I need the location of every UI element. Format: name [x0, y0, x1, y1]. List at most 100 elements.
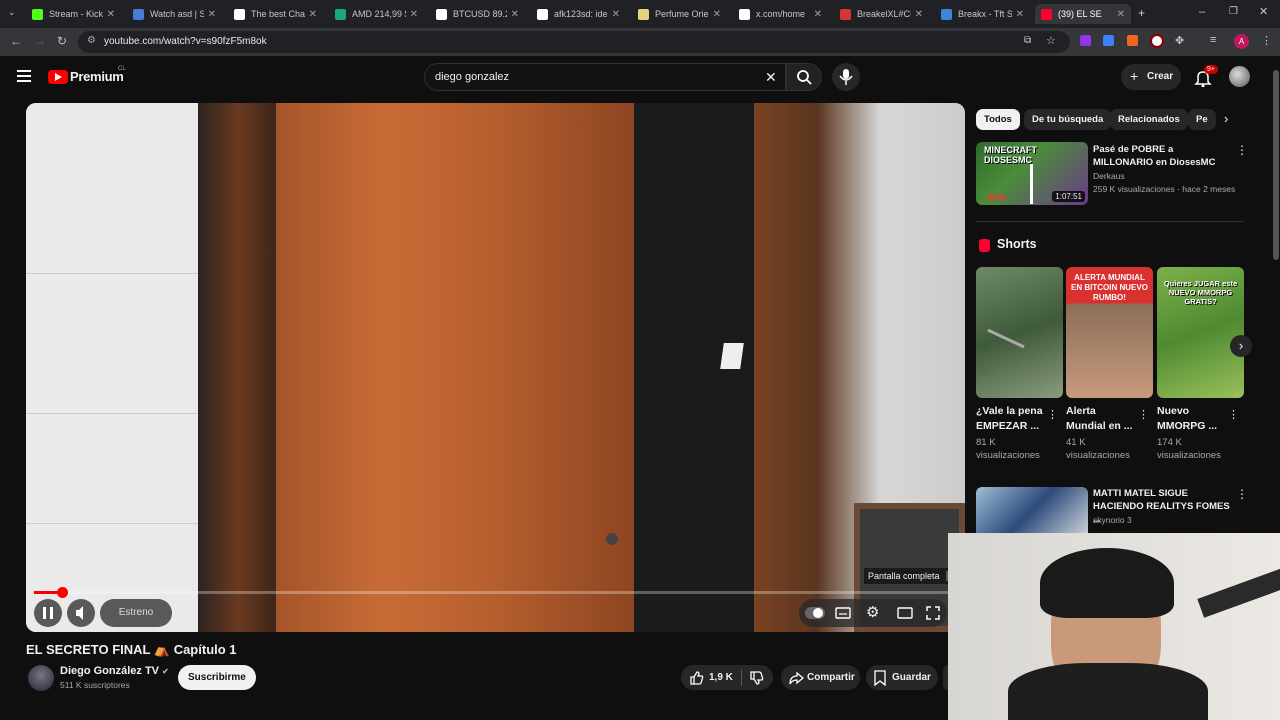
more-options-icon[interactable]: ⋮: [1138, 408, 1149, 421]
extension-icon[interactable]: [1127, 35, 1138, 46]
chip-related[interactable]: Relacionados: [1110, 109, 1188, 130]
profile-avatar[interactable]: A: [1234, 34, 1249, 49]
tab-close-icon[interactable]: ✕: [107, 9, 115, 20]
recommended-thumbnail[interactable]: MINECRAFT DIOSESMC $500 1:07:51: [976, 142, 1088, 205]
bookmark-star-icon[interactable]: ☆: [1046, 34, 1056, 47]
ublock-icon[interactable]: [1150, 34, 1164, 48]
channel-avatar[interactable]: [28, 665, 54, 691]
tab-close-icon[interactable]: ✕: [208, 9, 216, 20]
account-avatar[interactable]: [1229, 66, 1250, 87]
scrollbar-thumb[interactable]: [1273, 70, 1279, 260]
video-player[interactable]: Estreno Pantalla completa F ⚙: [26, 103, 965, 632]
browser-tab[interactable]: (39) EL SE ✕: [1035, 4, 1131, 24]
dislike-thumb-icon[interactable]: [749, 670, 765, 686]
reload-icon[interactable]: ↻: [57, 34, 67, 48]
back-icon[interactable]: ←: [10, 34, 22, 48]
install-app-icon[interactable]: ⧉: [1024, 35, 1031, 46]
autoplay-toggle[interactable]: [805, 607, 825, 619]
save-button[interactable]: Guardar: [866, 665, 938, 690]
settings-gear-icon[interactable]: ⚙: [866, 603, 879, 621]
channel-name[interactable]: Diego González TV: [60, 665, 159, 677]
like-thumb-icon[interactable]: [689, 670, 705, 686]
short-title-line[interactable]: EMPEZAR ...: [976, 419, 1039, 434]
share-button[interactable]: Compartir: [781, 665, 860, 690]
tab-close-icon[interactable]: ✕: [915, 9, 923, 20]
chip-from-search[interactable]: De tu búsqueda: [1024, 109, 1112, 130]
streamer-headphones: [1040, 548, 1174, 618]
short-thumbnail[interactable]: Quieres JUGAR este NUEVO MMORPG GRATIS?: [1157, 267, 1244, 398]
tab-close-icon[interactable]: ✕: [1117, 9, 1125, 20]
shorts-next-button[interactable]: ›: [1230, 335, 1252, 357]
tab-close-icon[interactable]: ✕: [713, 9, 721, 20]
page-scrollbar[interactable]: [1272, 58, 1280, 534]
short-thumbnail[interactable]: ALERTA MUNDIAL EN BITCOIN NUEVO RUMBO!: [1066, 267, 1153, 398]
tab-search-icon[interactable]: ⌄: [8, 7, 16, 18]
close-window-icon[interactable]: ✕: [1259, 5, 1268, 18]
minimize-icon[interactable]: –: [1199, 6, 1205, 18]
notifications-button[interactable]: 9+: [1194, 65, 1218, 88]
browser-tab[interactable]: AMD 214,99 $ ✕: [329, 4, 424, 24]
chip-truncated[interactable]: Pe: [1188, 109, 1216, 130]
browser-tab[interactable]: Perfume Orient ✕: [632, 4, 727, 24]
channel-name-row[interactable]: Diego González TV ✔: [60, 665, 169, 677]
hamburger-menu-icon[interactable]: [17, 70, 31, 82]
forward-icon[interactable]: →: [34, 34, 46, 48]
recommended-title[interactable]: Pasé de POBRE a MILLONARIO en DiosesMC: [1093, 143, 1228, 169]
tab-close-icon[interactable]: ✕: [814, 9, 822, 20]
new-tab-button[interactable]: +: [1138, 6, 1145, 20]
browser-tab[interactable]: Stream - Kick ✕: [26, 4, 121, 24]
short-title-line[interactable]: ¿Vale la pena: [976, 404, 1043, 419]
progress-bar[interactable]: [34, 587, 957, 598]
browser-tab[interactable]: Watch asd | St ✕: [127, 4, 222, 24]
browser-tab[interactable]: BTCUSD 89.22 ✕: [430, 4, 525, 24]
tab-close-icon[interactable]: ✕: [511, 9, 519, 20]
more-options-icon[interactable]: ⋮: [1236, 143, 1248, 157]
browser-tab[interactable]: Breakx - Tft Sta ✕: [935, 4, 1030, 24]
short-title-line[interactable]: Mundial en ...: [1066, 419, 1133, 434]
recommended-channel[interactable]: skynorio 3: [1093, 514, 1132, 527]
short-thumbnail[interactable]: [976, 267, 1063, 398]
search-box[interactable]: diego gonzalez ✕: [424, 63, 786, 91]
more-options-icon[interactable]: ⋮: [1236, 487, 1248, 501]
address-bar[interactable]: ⚙ youtube.com/watch?v=s90fzF5m8ok ⧉ ☆: [78, 31, 1070, 53]
subtitles-icon[interactable]: [835, 605, 851, 621]
recommended-channel[interactable]: Derkaus: [1093, 170, 1125, 183]
theater-mode-icon[interactable]: [897, 605, 913, 621]
youtube-logo-icon[interactable]: [48, 70, 68, 84]
more-options-icon[interactable]: ⋮: [1228, 408, 1239, 421]
browser-tab[interactable]: The best ChatP ✕: [228, 4, 323, 24]
progress-scrubber[interactable]: [56, 587, 68, 598]
short-title-line[interactable]: MMORPG ...: [1157, 419, 1217, 434]
tab-close-icon[interactable]: ✕: [309, 9, 317, 20]
extension-icon[interactable]: [1103, 35, 1114, 46]
fullscreen-icon[interactable]: [925, 605, 941, 621]
search-input[interactable]: diego gonzalez: [435, 71, 509, 83]
voice-search-button[interactable]: [832, 63, 860, 91]
restore-icon[interactable]: ❐: [1229, 6, 1238, 17]
create-button[interactable]: + Crear: [1121, 64, 1181, 90]
extensions-puzzle-icon[interactable]: ✥: [1175, 34, 1184, 47]
chip-all[interactable]: Todos: [976, 109, 1020, 130]
tab-close-icon[interactable]: ✕: [1016, 9, 1024, 20]
chips-next-icon[interactable]: ›: [1224, 111, 1228, 126]
search-button[interactable]: [786, 63, 822, 91]
clear-search-icon[interactable]: ✕: [765, 69, 777, 86]
logo-text[interactable]: Premium: [70, 69, 124, 84]
short-title-line[interactable]: Alerta: [1066, 404, 1096, 419]
site-info-icon[interactable]: ⚙: [87, 35, 96, 46]
more-options-icon[interactable]: ⋮: [1047, 408, 1058, 421]
browser-tab[interactable]: x.com/home ✕: [733, 4, 828, 24]
like-count[interactable]: 1,9 K: [709, 672, 733, 683]
pause-button[interactable]: [34, 599, 62, 627]
short-title-line[interactable]: Nuevo: [1157, 404, 1189, 419]
browser-tab[interactable]: afk123sd: idea ✕: [531, 4, 626, 24]
browser-menu-icon[interactable]: ⋮: [1261, 34, 1272, 47]
media-controls-icon[interactable]: ≡: [1210, 34, 1216, 46]
tab-close-icon[interactable]: ✕: [612, 9, 620, 20]
volume-button[interactable]: [67, 599, 95, 627]
subscribe-button[interactable]: Suscribirme: [178, 665, 256, 690]
tab-close-icon[interactable]: ✕: [410, 9, 418, 20]
browser-tab[interactable]: BreakelXL#CIR ✕: [834, 4, 929, 24]
recommended-thumbnail[interactable]: [976, 487, 1088, 533]
extension-icon[interactable]: [1080, 35, 1091, 46]
